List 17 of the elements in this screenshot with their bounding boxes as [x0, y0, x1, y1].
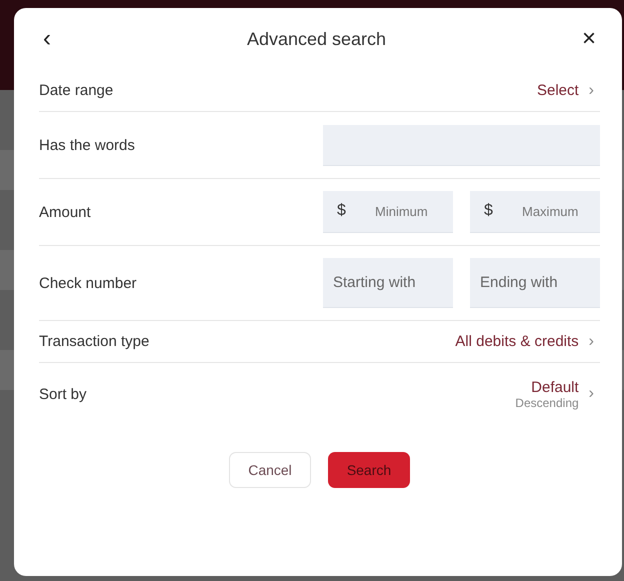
field-label: Check number [39, 274, 137, 292]
field-label: Amount [39, 204, 91, 220]
field-label: Date range [39, 82, 114, 99]
currency-symbol: $ [337, 202, 346, 220]
close-button[interactable]: × [578, 27, 600, 51]
text-field[interactable] [323, 124, 600, 166]
number-field[interactable]: Starting with [323, 258, 453, 308]
field-label: Transaction type [39, 333, 150, 350]
number-field[interactable]: Ending with [470, 258, 600, 308]
cancel-button[interactable]: Cancel [229, 452, 311, 488]
select-button[interactable]: Select › [536, 82, 600, 100]
back-button[interactable]: ‹ [39, 27, 55, 51]
currency-symbol: $ [484, 202, 493, 220]
dialog-title: Advanced search [246, 28, 386, 50]
select-button[interactable]: All debits & credits › [455, 332, 600, 350]
field-label: Sort by [39, 386, 87, 402]
field-label: Has the words [39, 136, 135, 154]
